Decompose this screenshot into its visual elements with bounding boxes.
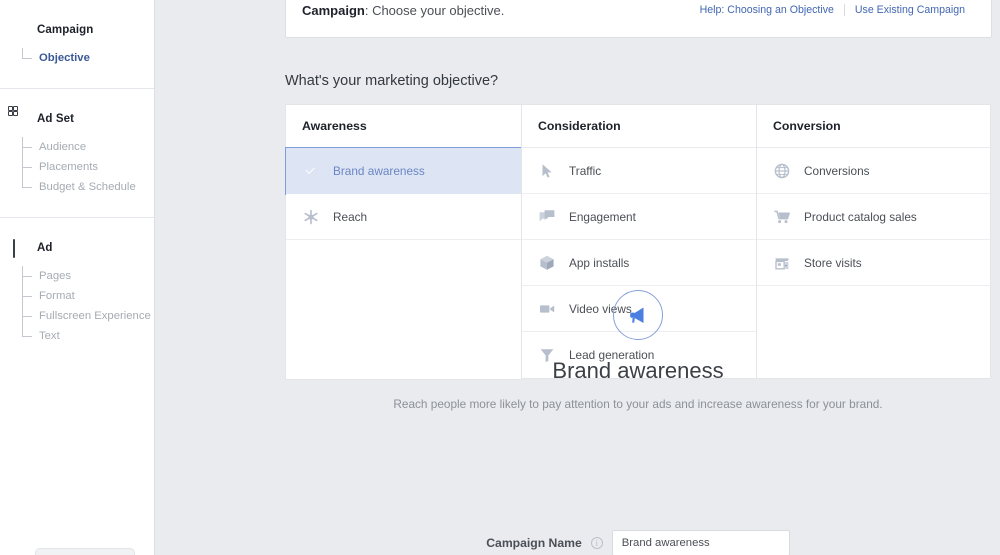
- column-header-consideration: Consideration: [522, 105, 756, 148]
- page-title-strong: Campaign: [302, 2, 365, 18]
- sidebar-sublist-ad-set: Audience Placements Budget & Schedule: [0, 137, 154, 197]
- speech-bubbles-icon: [538, 208, 556, 226]
- cursor-arrow-icon: [538, 162, 556, 180]
- main-content: Campaign: Choose your objective. Help: C…: [285, 0, 1000, 555]
- sidebar-item-fullscreen-experience[interactable]: Fullscreen Experience: [22, 306, 154, 326]
- reach-asterisk-icon: [302, 208, 320, 226]
- sidebar-item-pages[interactable]: Pages: [22, 266, 154, 286]
- megaphone-icon: [613, 290, 663, 340]
- sidebar-sublist-campaign: Objective: [0, 48, 154, 68]
- objective-option-label: Store visits: [804, 255, 862, 270]
- sidebar-item-text[interactable]: Text: [22, 326, 154, 346]
- objective-option-label: Conversions: [804, 163, 870, 178]
- sidebar-item-ad-set[interactable]: Ad Set: [0, 105, 154, 126]
- grid-icon: [7, 105, 28, 126]
- campaign-name-row: Campaign Name i: [285, 530, 991, 555]
- info-icon[interactable]: i: [590, 537, 603, 549]
- sidebar-item-ad[interactable]: Ad: [0, 239, 154, 258]
- storefront-icon: [773, 254, 791, 272]
- page-root: Campaign Objective Ad Set Audience Place…: [0, 0, 1000, 555]
- sidebar-sub-label: Format: [39, 290, 75, 302]
- sidebar-sub-label: Text: [39, 330, 60, 342]
- objective-option-label: Product catalog sales: [804, 209, 917, 224]
- objective-option-label: Brand awareness: [333, 164, 425, 178]
- objective-option-label: App installs: [569, 255, 630, 270]
- sidebar-item-format[interactable]: Format: [22, 286, 154, 306]
- sidebar-sub-label: Audience: [39, 141, 87, 153]
- sidebar: Campaign Objective Ad Set Audience Place…: [0, 0, 155, 555]
- sidebar-sub-label: Budget & Schedule: [39, 181, 136, 193]
- globe-icon: [773, 162, 791, 180]
- sidebar-sub-label: Fullscreen Experience: [39, 310, 151, 322]
- shopping-cart-icon: [773, 208, 791, 226]
- column-header-awareness: Awareness: [286, 105, 521, 148]
- sidebar-sub-label: Pages: [39, 270, 72, 282]
- bottom-left-partial-panel: [35, 548, 135, 555]
- campaign-name-input[interactable]: [611, 530, 790, 555]
- objective-option-reach[interactable]: Reach: [286, 194, 521, 240]
- help-choosing-objective-link[interactable]: Help: Choosing an Objective: [690, 4, 844, 16]
- header-links: Help: Choosing an Objective Use Existing…: [690, 4, 975, 16]
- objective-option-label: Engagement: [569, 209, 636, 224]
- objective-option-brand-awareness[interactable]: Brand awareness: [285, 147, 522, 195]
- objective-option-label: Reach: [333, 209, 368, 224]
- page-title: Campaign: Choose your objective.: [302, 3, 504, 18]
- hero-description: Reach people more likely to pay attentio…: [393, 397, 883, 411]
- check-circle-icon: [302, 162, 320, 180]
- column-header-conversion: Conversion: [757, 105, 990, 148]
- marketing-objective-question: What's your marketing objective?: [285, 73, 499, 89]
- sidebar-item-audience[interactable]: Audience: [22, 137, 154, 157]
- sidebar-section-label: Ad: [37, 241, 53, 254]
- megaphone-glyph: [630, 307, 644, 323]
- objective-option-store-visits[interactable]: Store visits: [757, 240, 990, 286]
- check-square-icon: [13, 22, 28, 37]
- sidebar-sub-label: Objective: [39, 52, 90, 64]
- objective-option-traffic[interactable]: Traffic: [522, 148, 756, 194]
- sidebar-sublist-ad: Pages Format Fullscreen Experience Text: [0, 266, 154, 346]
- sidebar-item-campaign[interactable]: Campaign: [0, 22, 154, 37]
- objective-detail-hero: Brand awareness Reach people more likely…: [285, 290, 991, 413]
- page-title-rest: : Choose your objective.: [364, 2, 505, 18]
- hero-title: Brand awareness: [552, 358, 724, 383]
- sidebar-item-objective[interactable]: Objective: [22, 48, 154, 68]
- sidebar-section-ad-set: Ad Set Audience Placements Budget & Sche…: [0, 89, 154, 218]
- sidebar-section-label: Campaign: [37, 23, 94, 36]
- window-icon: [13, 239, 28, 258]
- objective-option-conversions[interactable]: Conversions: [757, 148, 990, 194]
- objective-option-engagement[interactable]: Engagement: [522, 194, 756, 240]
- campaign-header-card: Campaign: Choose your objective. Help: C…: [285, 0, 992, 38]
- sidebar-section-label: Ad Set: [37, 112, 75, 125]
- use-existing-campaign-link[interactable]: Use Existing Campaign: [845, 4, 975, 16]
- objective-option-app-installs[interactable]: App installs: [522, 240, 756, 286]
- sidebar-item-placements[interactable]: Placements: [22, 157, 154, 177]
- sidebar-section-ad: Ad Pages Format Fullscreen Experience Te…: [0, 218, 154, 366]
- sidebar-sub-label: Placements: [39, 161, 99, 173]
- objective-option-product-catalog-sales[interactable]: Product catalog sales: [757, 194, 990, 240]
- cube-box-icon: [538, 254, 556, 272]
- sidebar-section-campaign: Campaign Objective: [0, 0, 154, 89]
- objective-option-label: Traffic: [569, 163, 602, 178]
- campaign-name-label: Campaign Name: [486, 536, 582, 550]
- sidebar-item-budget-schedule[interactable]: Budget & Schedule: [22, 177, 154, 197]
